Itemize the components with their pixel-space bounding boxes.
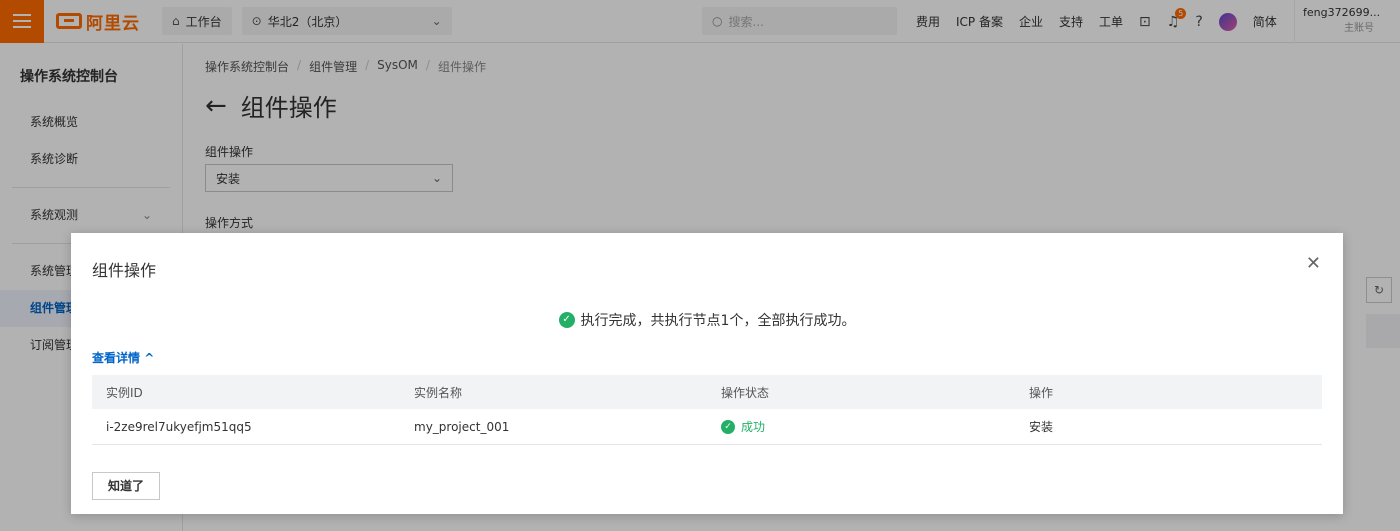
status-text: 成功	[741, 420, 766, 434]
result-text: 执行完成，共执行节点1个，全部执行成功。	[580, 313, 856, 329]
column-header-status: 操作状态	[721, 385, 770, 400]
view-details-label: 查看详情	[92, 351, 141, 365]
confirm-button[interactable]: 知道了	[92, 472, 160, 500]
chevron-up-icon: ^	[144, 351, 155, 365]
dialog-title: 组件操作	[92, 261, 157, 280]
result-table: 实例ID 实例名称 操作状态 操作 i-2ze9rel7ukyefjm51qq5…	[92, 375, 1322, 445]
instance-name-cell: my_project_001	[414, 419, 510, 434]
table-header: 实例ID 实例名称 操作状态 操作	[92, 375, 1322, 409]
status-badge: ✓ 成功	[721, 418, 1015, 435]
result-message: ✓ 执行完成，共执行节点1个，全部执行成功。	[71, 310, 1343, 330]
column-header-instance-id: 实例ID	[106, 385, 143, 400]
column-header-action: 操作	[1029, 385, 1054, 400]
component-operation-dialog: 组件操作 ✕ ✓ 执行完成，共执行节点1个，全部执行成功。 查看详情 ^ 实例I…	[71, 233, 1343, 514]
success-check-icon: ✓	[558, 312, 575, 328]
action-cell: 安装	[1029, 420, 1054, 434]
success-check-icon: ✓	[721, 419, 735, 434]
status-cell: ✓ 成功	[707, 418, 1015, 435]
column-header-instance-name: 实例名称	[414, 385, 463, 400]
table-row: i-2ze9rel7ukyefjm51qq5 my_project_001 ✓ …	[92, 409, 1322, 445]
instance-id-cell: i-2ze9rel7ukyefjm51qq5	[106, 419, 252, 434]
close-icon[interactable]: ✕	[1306, 255, 1321, 273]
view-details-toggle[interactable]: 查看详情 ^	[92, 349, 154, 366]
